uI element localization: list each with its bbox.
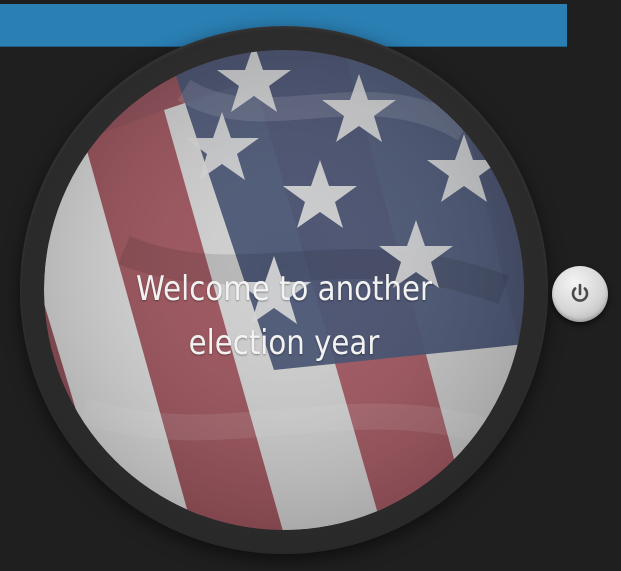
round-watch: Welcome to another election year <box>20 26 548 554</box>
welcome-message-line2: election year <box>188 323 380 363</box>
watch-emulator-screen: Welcome to another election year <box>0 0 621 571</box>
power-button[interactable] <box>552 266 608 322</box>
watch-face[interactable]: Welcome to another election year <box>44 50 524 530</box>
welcome-message-line1: Welcome to another <box>135 269 433 309</box>
welcome-message: Welcome to another election year <box>78 262 491 370</box>
power-icon <box>571 283 589 302</box>
